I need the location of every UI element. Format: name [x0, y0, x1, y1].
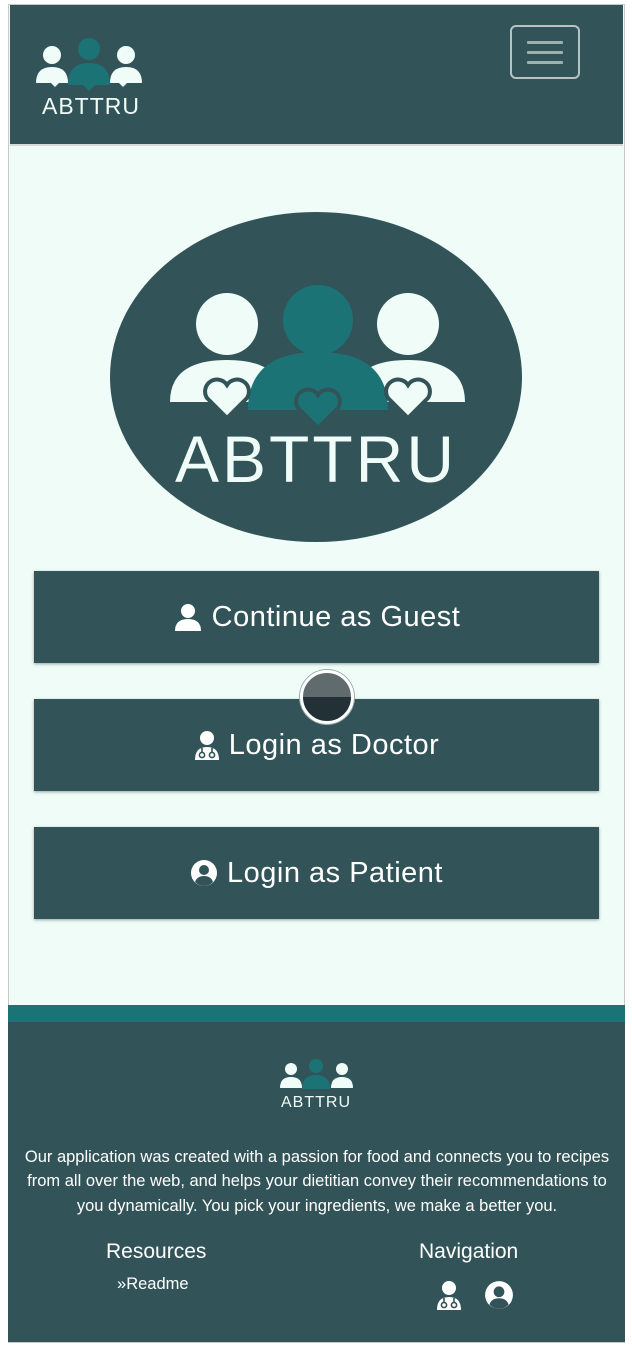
hero-logo: ABTTRU [110, 212, 523, 546]
menu-toggle-button[interactable] [510, 25, 580, 79]
footer-logo[interactable]: ABTTRU [276, 1058, 358, 1114]
readme-label: Readme [126, 1275, 189, 1293]
double-chevron-right-icon: » [117, 1275, 127, 1293]
brand-text: ABTTRU [42, 93, 140, 119]
continue-as-guest-button[interactable]: Continue as Guest [34, 571, 599, 663]
readme-link[interactable]: »Readme [117, 1275, 189, 1294]
user-icon [173, 602, 203, 632]
footer-logo-text: ABTTRU [281, 1094, 351, 1110]
footer-about-text: Our application was created with a passi… [24, 1147, 610, 1215]
hero-logo-icon: ABTTRU [110, 212, 522, 542]
brand-logo[interactable]: ABTTRU [30, 35, 152, 125]
user-circle-icon[interactable] [484, 1280, 514, 1314]
login-as-patient-button[interactable]: Login as Patient [34, 827, 599, 919]
login-as-doctor-label: Login as Doctor [228, 728, 440, 761]
brand-logo-icon: ABTTRU [36, 38, 142, 119]
footer-logo-icon: ABTTRU [280, 1059, 353, 1111]
user-doctor-icon[interactable] [436, 1280, 462, 1314]
hamburger-menu-icon [527, 40, 563, 44]
footer: ABTTRU Our application was created with … [8, 1022, 625, 1342]
loading-spinner [300, 670, 354, 724]
navigation-title: Navigation [419, 1240, 519, 1263]
navbar: ABTTRU [10, 5, 623, 146]
footer-accent-bar [8, 1005, 625, 1022]
login-as-patient-label: Login as Patient [227, 856, 443, 889]
user-doctor-icon [194, 730, 220, 760]
hero-logo-text: ABTTRU [175, 422, 457, 496]
user-circle-icon [190, 859, 218, 887]
resources-title: Resources [106, 1240, 207, 1263]
continue-as-guest-label: Continue as Guest [211, 600, 461, 633]
